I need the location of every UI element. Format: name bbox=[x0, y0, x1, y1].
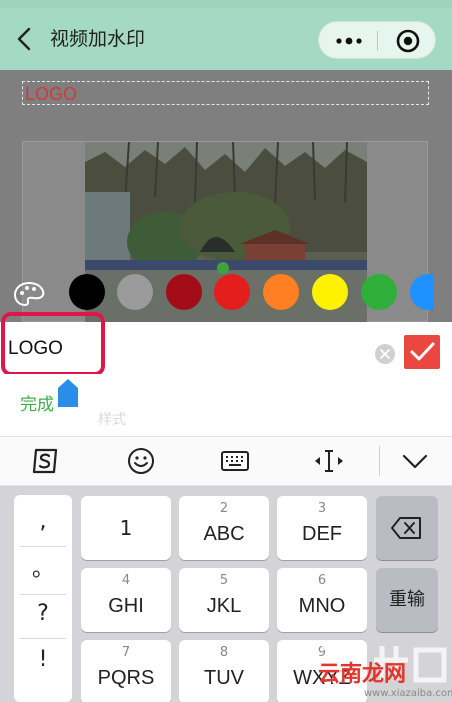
key-label: JKL bbox=[206, 595, 242, 617]
key-jkl[interactable]: 5 JKL bbox=[179, 568, 269, 632]
palette-icon[interactable] bbox=[12, 280, 46, 308]
key-label: 1 bbox=[119, 516, 133, 540]
color-swatch-dark-red[interactable] bbox=[166, 274, 202, 310]
key-pqrs[interactable]: 7 PQRS bbox=[81, 640, 171, 702]
text-cursor-handle-icon[interactable] bbox=[57, 378, 79, 408]
checkmark-icon bbox=[410, 342, 435, 361]
clear-x-icon[interactable] bbox=[374, 343, 396, 365]
key-label: PQRS bbox=[97, 667, 155, 689]
keyboard-icon[interactable] bbox=[220, 446, 250, 476]
emoji-icon[interactable] bbox=[126, 446, 156, 476]
toolbar-separator bbox=[379, 446, 380, 476]
confirm-button[interactable] bbox=[404, 335, 440, 369]
done-button[interactable]: 完成 bbox=[20, 392, 54, 418]
key-number: 8 bbox=[219, 645, 229, 660]
color-swatch-gray[interactable] bbox=[117, 274, 153, 310]
key-number: 5 bbox=[219, 573, 229, 588]
collapse-chevron-icon[interactable] bbox=[400, 446, 430, 476]
key-number: 7 bbox=[121, 645, 131, 660]
reinput-label: 重输 bbox=[389, 589, 425, 610]
color-swatch-yellow[interactable] bbox=[312, 274, 348, 310]
key-number: 4 bbox=[121, 573, 131, 588]
punct-key-exclaim[interactable]: ! bbox=[14, 638, 72, 682]
sogou-s-icon[interactable] bbox=[30, 446, 60, 476]
key-abc[interactable]: 2 ABC bbox=[179, 496, 269, 560]
key-number: 6 bbox=[317, 573, 327, 588]
punct-divider bbox=[20, 546, 66, 547]
site-watermark-url: www.xiazaiba.com bbox=[364, 688, 452, 699]
punct-key-period[interactable]: 。 bbox=[14, 548, 72, 592]
punct-key-question[interactable]: ? bbox=[14, 592, 72, 636]
key-number: 3 bbox=[317, 501, 327, 516]
backspace-icon bbox=[391, 517, 421, 539]
site-watermark-name: 云南龙网 bbox=[318, 662, 407, 687]
target-circle-icon[interactable] bbox=[395, 28, 421, 54]
watermark-text-box[interactable]: LOGO bbox=[22, 81, 429, 105]
watermark-text: LOGO bbox=[25, 84, 78, 104]
key-ghi[interactable]: 4 GHI bbox=[81, 568, 171, 632]
color-swatch-orange[interactable] bbox=[263, 274, 299, 310]
key-tuv[interactable]: 8 TUV bbox=[179, 640, 269, 702]
key-label: GHI bbox=[108, 595, 144, 617]
key-number: 2 bbox=[219, 501, 229, 516]
color-swatch-green[interactable] bbox=[361, 274, 397, 310]
more-dots-icon[interactable] bbox=[332, 31, 366, 51]
menu-capsule bbox=[318, 21, 436, 59]
status-bar bbox=[0, 0, 452, 8]
key-label: MNO bbox=[298, 595, 346, 617]
color-swatch-red[interactable] bbox=[214, 274, 250, 310]
key-mno[interactable]: 6 MNO bbox=[277, 568, 367, 632]
style-hint-label: 样式 bbox=[98, 412, 126, 428]
cursor-move-icon[interactable] bbox=[312, 446, 346, 476]
key-label: ABC bbox=[203, 523, 245, 545]
backspace-button[interactable] bbox=[376, 496, 438, 560]
key-label: DEF bbox=[302, 523, 342, 545]
color-swatch-black[interactable] bbox=[69, 274, 105, 310]
punct-key-comma[interactable]: , bbox=[14, 500, 72, 544]
page-title: 视频加水印 bbox=[50, 28, 146, 50]
navigation-bar: 视频加水印 bbox=[0, 0, 452, 70]
capsule-divider bbox=[377, 31, 378, 51]
input-highlight-frame bbox=[1, 312, 105, 376]
chevron-left-icon[interactable] bbox=[14, 26, 36, 52]
key-def[interactable]: 3 DEF bbox=[277, 496, 367, 560]
key-1[interactable]: 1 bbox=[81, 496, 171, 560]
key-label: TUV bbox=[204, 667, 244, 689]
reinput-button[interactable]: 重输 bbox=[376, 568, 438, 632]
